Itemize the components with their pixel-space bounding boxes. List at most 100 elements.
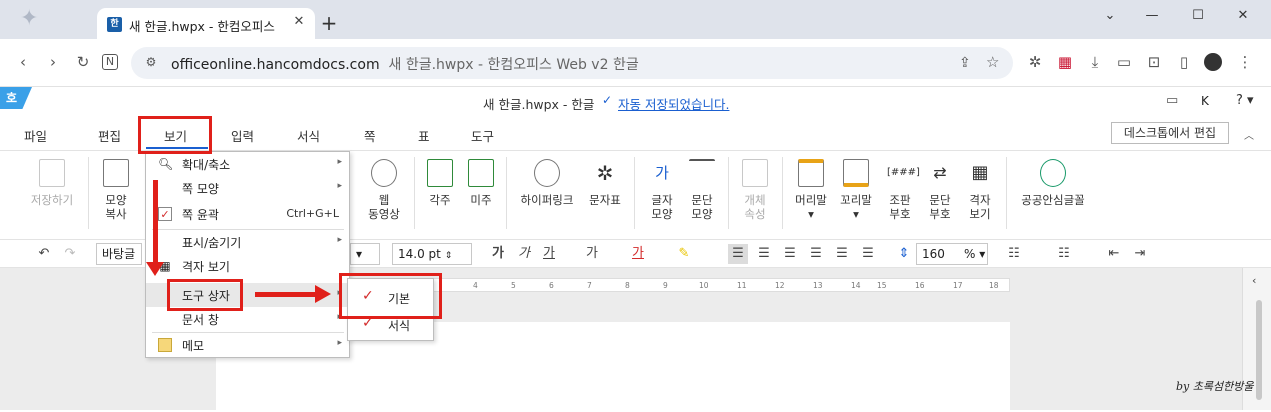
align-right-icon[interactable]: ☰ xyxy=(806,244,826,264)
hyperlink-button[interactable]: 하이퍼링크 xyxy=(516,159,578,207)
para-shape-icon xyxy=(689,159,715,187)
maximize-button[interactable]: ☐ xyxy=(1186,8,1210,30)
outdent-icon[interactable]: ⇤ xyxy=(1104,244,1124,264)
align-left-icon[interactable]: ☰ xyxy=(754,244,774,264)
menu-zoom[interactable]: 🔍︎ 확대/축소 ▸ xyxy=(146,152,349,176)
char-shape-icon: 가 xyxy=(655,164,669,182)
save-icon xyxy=(39,159,65,187)
bullet-list-icon[interactable]: ☷ xyxy=(1004,244,1024,264)
font-select-tail[interactable]: ▾ xyxy=(350,243,380,265)
combine-chars-button[interactable]: [###] 조판 부호 xyxy=(884,159,920,221)
uk-flag-icon[interactable]: ▦ xyxy=(1054,51,1076,73)
brush-icon xyxy=(103,159,129,187)
save-button[interactable]: 저장하기 xyxy=(28,159,76,207)
menu-show-hide[interactable]: 표시/숨기기 ▸ xyxy=(146,230,349,254)
scroll-left-icon[interactable]: ‹ xyxy=(1252,274,1256,287)
menu-grid-view[interactable]: ▦ 격자 보기 xyxy=(146,254,349,278)
site-info-icon[interactable]: ⚙ xyxy=(143,55,159,71)
footnote-button[interactable]: 각주 xyxy=(424,159,456,207)
menu-edit[interactable]: 편집 xyxy=(98,126,121,145)
para-marks-button[interactable]: ⇄ 문단 부호 xyxy=(924,159,956,221)
grid-view-button[interactable]: ▦ 격자 보기 xyxy=(964,159,996,221)
menu-page-shape[interactable]: 쪽 모양 ▸ xyxy=(146,176,349,200)
submenu-basic[interactable]: ✓ 기본 xyxy=(348,285,433,309)
charmap-button[interactable]: ✲ 문자표 xyxy=(584,159,626,207)
para-shape-button[interactable]: 문단 모양 xyxy=(684,159,720,221)
hyperlink-icon xyxy=(534,159,560,187)
address-bar[interactable]: ⚙ officeonline.hancomdocs.com 새 한글.hwpx … xyxy=(131,47,1013,79)
strike-icon[interactable]: 가 ▾ xyxy=(582,244,602,281)
object-props-icon xyxy=(742,159,768,187)
bold-icon[interactable]: 가 xyxy=(488,244,508,264)
char-shape-button[interactable]: 가 글자 모양 xyxy=(644,159,680,221)
scrollbar-thumb[interactable] xyxy=(1256,300,1262,400)
n-extension-icon[interactable]: N xyxy=(102,54,118,70)
save-status[interactable]: 자동 저장되었습니다. xyxy=(618,94,729,113)
shape-copy-button[interactable]: 모양 복사 xyxy=(98,159,134,221)
minimize-button[interactable]: — xyxy=(1140,8,1164,30)
tab-title: 새 한글.hwpx - 한컴오피스 Web xyxy=(129,19,279,34)
comment-icon[interactable]: ▭ xyxy=(1166,93,1178,108)
header-button[interactable]: 머리말 ▾ xyxy=(791,159,831,221)
menu-file[interactable]: 파일 xyxy=(24,126,47,145)
italic-icon[interactable]: 가 xyxy=(514,244,534,264)
share-icon[interactable]: ⇪ xyxy=(959,55,971,71)
video-icon[interactable]: ▭ xyxy=(1113,51,1135,73)
menu-view-underline xyxy=(146,147,208,149)
browser-tab-active[interactable]: 한 새 한글.hwpx - 한컴오피스 Web ✕ xyxy=(97,8,315,39)
underline-icon[interactable]: 가 xyxy=(539,244,559,264)
hancom-logo[interactable]: 호 xyxy=(0,87,32,109)
menu-format[interactable]: 서식 xyxy=(297,126,320,145)
reload-icon[interactable]: ↻ xyxy=(72,51,94,73)
footer-button[interactable]: 꼬리말 ▾ xyxy=(836,159,876,221)
public-font-button[interactable]: 공공안심글꼴 xyxy=(1015,159,1091,207)
menubar: 파일 편집 보기 입력 서식 쪽 표 도구 데스크톱에서 편집 ︿ xyxy=(0,116,1271,151)
forward-icon[interactable]: › xyxy=(42,51,64,73)
redo-icon[interactable]: ↷ xyxy=(60,244,80,264)
submenu-format[interactable]: ✓ 서식 xyxy=(348,312,433,336)
menu-memo[interactable]: 메모 ▸ xyxy=(146,333,349,357)
arrow-right-head xyxy=(315,285,331,303)
sidepanel-icon[interactable]: ▯ xyxy=(1173,51,1195,73)
new-tab-button[interactable]: + xyxy=(318,13,340,35)
extensions-icon[interactable]: ✲ xyxy=(1024,51,1046,73)
collapse-ribbon-icon[interactable]: ︿ xyxy=(1244,127,1254,142)
line-spacing-icon[interactable]: ⇕ xyxy=(894,244,914,264)
menu-page-outline[interactable]: ✓ 쪽 윤곽 Ctrl+G+L xyxy=(146,202,349,226)
font-color-icon[interactable]: 가 xyxy=(628,244,648,264)
close-window-button[interactable]: ✕ xyxy=(1231,8,1255,30)
style-select[interactable]: 바탕글 xyxy=(96,243,142,265)
highlight-icon[interactable]: ✎ xyxy=(674,244,694,264)
bird-icon: ✦ xyxy=(20,6,39,31)
menu-insert[interactable]: 입력 xyxy=(231,126,254,145)
font-size-input[interactable]: 14.0 pt ⇕ xyxy=(392,243,472,265)
align-distribute-icon[interactable]: ☰ xyxy=(832,244,852,264)
align-divide-icon[interactable]: ☰ xyxy=(858,244,878,264)
numbered-list-icon[interactable]: ☷ xyxy=(1054,244,1074,264)
object-props-button[interactable]: 개체 속성 xyxy=(737,159,773,221)
tab-close-icon[interactable]: ✕ xyxy=(290,13,308,31)
screenshot-icon[interactable]: ⊡ xyxy=(1143,51,1165,73)
menu-table[interactable]: 표 xyxy=(418,126,430,145)
menu-document-window[interactable]: 문서 창 ▸ xyxy=(146,307,349,331)
tab-search-icon[interactable]: ⌄ xyxy=(1098,8,1122,30)
watermark: by 초록섬한방울 xyxy=(1176,380,1254,393)
desktop-edit-button[interactable]: 데스크톱에서 편집 xyxy=(1111,122,1229,144)
help-icon[interactable]: ? ▾ xyxy=(1236,93,1254,108)
menu-view[interactable]: 보기 xyxy=(164,126,187,145)
browser-menu-icon[interactable]: ⋮ xyxy=(1234,51,1256,73)
download-icon[interactable]: ⤓ xyxy=(1084,51,1106,73)
menu-tools[interactable]: 도구 xyxy=(471,126,494,145)
line-spacing-input[interactable]: 160 % ▾ xyxy=(916,243,988,265)
align-center-icon[interactable]: ☰ xyxy=(780,244,800,264)
undo-icon[interactable]: ↶ xyxy=(34,244,54,264)
menu-page[interactable]: 쪽 xyxy=(364,126,376,145)
endnote-button[interactable]: 미주 xyxy=(465,159,497,207)
bookmark-star-icon[interactable]: ☆ xyxy=(986,53,999,71)
align-justify-icon[interactable]: ☰ xyxy=(728,244,748,264)
back-icon[interactable]: ‹ xyxy=(12,51,34,73)
avatar[interactable] xyxy=(1204,53,1222,71)
user-initial[interactable]: K xyxy=(1201,94,1209,108)
web-video-button[interactable]: 웹 동영상 xyxy=(364,159,404,221)
indent-icon[interactable]: ⇥ xyxy=(1130,244,1150,264)
